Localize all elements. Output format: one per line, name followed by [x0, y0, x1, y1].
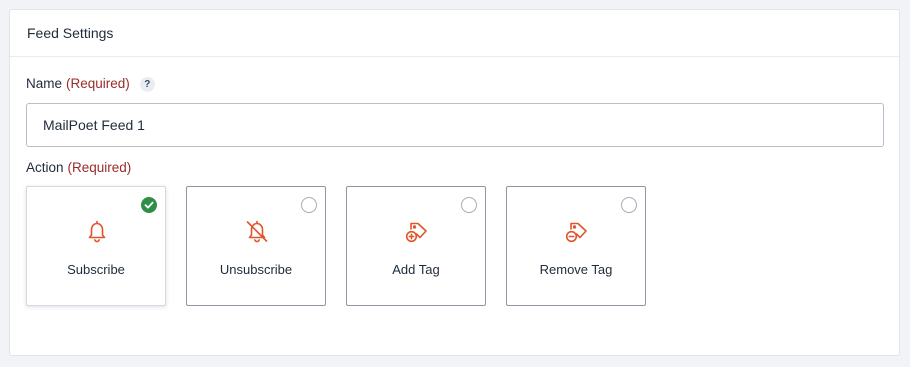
action-option-label: Add Tag — [392, 262, 440, 277]
help-icon[interactable]: ? — [139, 77, 155, 92]
bell-icon — [88, 220, 106, 243]
bell-off-icon — [246, 220, 268, 243]
action-label-text: Action — [26, 160, 64, 175]
action-option-unsubscribe[interactable]: Unsubscribe — [186, 186, 326, 306]
action-option-label: Remove Tag — [539, 262, 613, 277]
action-option-remove-tag[interactable]: Remove Tag — [506, 186, 646, 306]
name-required-text: (Required) — [66, 76, 130, 91]
panel-header: Feed Settings — [10, 10, 899, 57]
radio-button[interactable] — [621, 197, 637, 213]
radio-button[interactable] — [461, 197, 477, 213]
name-label-text: Name — [26, 76, 63, 91]
feed-settings-panel: Feed Settings Name(Required)? Action(Req… — [9, 9, 900, 356]
tag-remove-icon — [565, 222, 587, 243]
action-option-label: Unsubscribe — [219, 262, 293, 277]
name-field-label: Name (Required)? — [26, 76, 155, 92]
action-required-text: (Required) — [67, 160, 132, 175]
action-option-label: Subscribe — [67, 262, 125, 277]
tag-add-icon — [405, 222, 427, 243]
action-option-subscribe[interactable]: Subscribe — [26, 186, 166, 306]
selected-check-icon[interactable] — [141, 197, 157, 213]
action-field-label: Action (Required) — [26, 160, 131, 175]
name-input[interactable] — [26, 103, 884, 147]
radio-button[interactable] — [301, 197, 317, 213]
panel-title: Feed Settings — [27, 25, 114, 41]
action-option-add-tag[interactable]: Add Tag — [346, 186, 486, 306]
